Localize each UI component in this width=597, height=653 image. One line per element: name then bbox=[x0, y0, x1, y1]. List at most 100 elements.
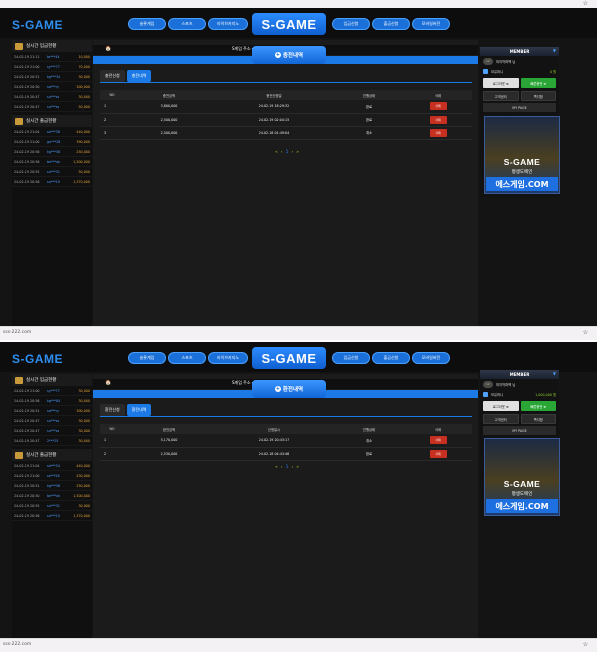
list-item-date: 24-02-19 20:55 bbox=[14, 169, 40, 174]
nav-withdraw-button[interactable]: 출금신청 bbox=[372, 352, 410, 364]
current-page[interactable]: 1 bbox=[286, 465, 289, 470]
delete-button[interactable]: 삭제 bbox=[429, 115, 447, 124]
domain-banner[interactable]: S-GAME 평생도메인 에스게임.COM bbox=[484, 438, 560, 516]
list-item-date: 24-02-19 20:55 bbox=[14, 503, 40, 508]
member-username: 마지막퍼펙 님 bbox=[496, 59, 516, 64]
home-icon[interactable]: 🏠 bbox=[105, 380, 111, 386]
cell-amount: 3,800,000 bbox=[124, 100, 214, 114]
treasure-icon bbox=[15, 451, 23, 459]
tab-charge-history[interactable]: 충전내역 bbox=[126, 70, 152, 82]
center-logo[interactable]: S-GAME bbox=[252, 13, 326, 35]
bookmark-star-icon[interactable]: ☆ bbox=[583, 641, 588, 648]
realtime-sidebar: 실시간 입금현황 24-02-19 21:00 sy***77 30,000 24-0… bbox=[12, 374, 92, 638]
tab-exchange-history[interactable]: 환전내역 bbox=[126, 404, 152, 416]
list-item-amount: 250,000 bbox=[76, 483, 90, 488]
support-button[interactable]: 고객센터 bbox=[483, 414, 519, 424]
first-page-button[interactable]: « bbox=[275, 150, 278, 155]
list-item-amount: 50,000 bbox=[78, 169, 90, 174]
balance-value: 0 원 bbox=[549, 69, 556, 74]
list-item-amount: 1,370,000 bbox=[73, 513, 90, 518]
delete-button[interactable]: 삭제 bbox=[429, 436, 447, 445]
list-item-user: kg***84 bbox=[47, 398, 61, 403]
delete-button[interactable]: 삭제 bbox=[429, 449, 447, 458]
nav-live-casino-button[interactable]: 라이브카지노 bbox=[208, 18, 248, 30]
url-text[interactable]: sss-222.com bbox=[3, 330, 31, 335]
nav-withdraw-button[interactable]: 출금신청 bbox=[372, 18, 410, 30]
nav-live-casino-button[interactable]: 라이브카지노 bbox=[208, 352, 248, 364]
list-item-date: 24-02-19 21:04 bbox=[14, 463, 40, 468]
cell-status: 완료 bbox=[334, 447, 404, 461]
url-text[interactable]: sss-222.com bbox=[3, 642, 31, 647]
nav-slot-button[interactable]: 슬롯게임 bbox=[128, 18, 166, 30]
list-item-date: 24-02-19 21:00 bbox=[14, 388, 40, 393]
list-item-user: be***ok bbox=[47, 493, 60, 498]
balance-value: 1,000,000 원 bbox=[535, 392, 556, 397]
site-address-dropdown[interactable]: S게임 주소 ▾ bbox=[232, 46, 254, 52]
member-title: MEMBER bbox=[509, 49, 530, 54]
nav-sports-button[interactable]: 스포츠 bbox=[168, 18, 206, 30]
member-username: 마지막퍼펙 님 bbox=[496, 382, 516, 387]
list-item: 24-02-19 20:56 su***19 1,370,000 bbox=[12, 177, 92, 187]
nav-deposit-button[interactable]: 입금신청 bbox=[332, 352, 370, 364]
prev-page-button[interactable]: ‹ bbox=[281, 150, 283, 155]
nav-mobile-button[interactable]: 모바일버전 bbox=[412, 352, 450, 364]
tab-charge-request[interactable]: 충전신청 bbox=[100, 70, 125, 82]
list-item-date: 24-02-19 20:56 bbox=[14, 159, 40, 164]
list-item-user: su***19 bbox=[47, 513, 60, 518]
browser-url-bar: sss-222.com ☆ bbox=[0, 638, 597, 652]
list-item: 24-02-19 21:11 ta***44 10,000 bbox=[12, 52, 92, 62]
logout-button[interactable]: 로그아웃 ⊕ bbox=[483, 401, 519, 411]
list-item-user: su***ss bbox=[47, 428, 60, 433]
screenshot-panel-1: S-GAME 슬롯게임 스포츠 라이브카지노 S-GAME 입금신청 출금신청 … bbox=[0, 8, 597, 326]
deposit-status-title: 실시간 입금현황 bbox=[26, 378, 57, 383]
nav-slot-button[interactable]: 슬롯게임 bbox=[128, 352, 166, 364]
nav-sports-button[interactable]: 스포츠 bbox=[168, 352, 206, 364]
withdraw-status-title: 실시간 출금현황 bbox=[26, 453, 57, 458]
browser-top-strip: ☆ bbox=[0, 0, 597, 8]
table-row: 1 5,170,000 24.02.19 20:43:17 취소 삭제 bbox=[100, 434, 472, 448]
next-page-button[interactable]: › bbox=[291, 150, 293, 155]
delete-button[interactable]: 삭제 bbox=[429, 128, 447, 137]
bookmark-star-icon[interactable]: ☆ bbox=[583, 329, 588, 336]
nav-mobile-button[interactable]: 모바일버전 bbox=[412, 18, 450, 30]
list-item: 24-02-19 20:56 kg***58 250,000 bbox=[12, 147, 92, 157]
next-page-button[interactable]: › bbox=[291, 465, 293, 470]
table-header-row: NO 충전금액 충전신청일 진행상태 삭제 bbox=[100, 90, 472, 100]
list-item-user: su***ss bbox=[47, 418, 60, 423]
chevron-down-icon[interactable]: ▼ bbox=[553, 371, 556, 376]
member-title: MEMBER bbox=[509, 372, 530, 377]
list-item: 24-02-19 20:47 su***ss 30,000 bbox=[12, 426, 92, 436]
nav-deposit-button[interactable]: 입금신청 bbox=[332, 18, 370, 30]
center-logo[interactable]: S-GAME bbox=[252, 347, 326, 369]
quick-charge-button[interactable]: 빠른충전 ⊕ bbox=[520, 401, 556, 411]
last-page-button[interactable]: » bbox=[296, 465, 299, 470]
cell-status: 완료 bbox=[334, 100, 404, 114]
current-page[interactable]: 1 bbox=[286, 150, 289, 155]
messages-button[interactable]: 쪽지함 bbox=[520, 91, 556, 101]
plus-icon: + bbox=[274, 386, 281, 392]
messages-button[interactable]: 쪽지함 bbox=[520, 414, 556, 424]
prev-page-button[interactable]: ‹ bbox=[281, 465, 283, 470]
delete-button[interactable]: 삭제 bbox=[429, 102, 447, 111]
list-item: 24-02-19 20:50 so***ry 300,000 bbox=[12, 82, 92, 92]
tab-exchange-request[interactable]: 환전신청 bbox=[100, 404, 125, 416]
site-logo[interactable]: S-GAME bbox=[12, 352, 63, 366]
cell-date: 24.02.19 20:43:17 bbox=[214, 434, 334, 448]
first-page-button[interactable]: « bbox=[275, 465, 278, 470]
list-item: 24-02-19 21:00 gu***28 390,000 bbox=[12, 137, 92, 147]
support-button[interactable]: 고객센터 bbox=[483, 91, 519, 101]
mypage-button[interactable]: MY PAGE bbox=[483, 426, 556, 435]
cell-status: 완료 bbox=[334, 113, 404, 127]
mypage-button[interactable]: MY PAGE bbox=[483, 103, 556, 112]
last-page-button[interactable]: » bbox=[296, 150, 299, 155]
site-logo[interactable]: S-GAME bbox=[12, 18, 63, 32]
bookmark-star-icon[interactable]: ☆ bbox=[583, 0, 588, 7]
quick-charge-button[interactable]: 빠른충전 ⊕ bbox=[520, 78, 556, 88]
home-icon[interactable]: 🏠 bbox=[105, 46, 111, 52]
site-address-dropdown[interactable]: S게임 주소 ▾ bbox=[232, 380, 254, 386]
logout-button[interactable]: 로그아웃 ⊕ bbox=[483, 78, 519, 88]
chevron-down-icon[interactable]: ▼ bbox=[553, 48, 556, 53]
domain-banner[interactable]: S-GAME 평생도메인 에스게임.COM bbox=[484, 116, 560, 194]
cell-date: 24.02.19 18:29:32 bbox=[214, 100, 334, 114]
list-item-user: so***38 bbox=[47, 129, 60, 134]
